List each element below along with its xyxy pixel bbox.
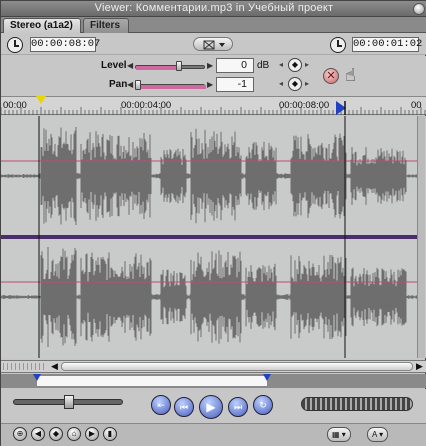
pan-value-field[interactable]: -1	[216, 77, 254, 92]
mark-out-button[interactable]: ▶	[85, 427, 99, 441]
waveform-graph	[1, 116, 419, 358]
zoom-popup-icon	[203, 40, 225, 50]
viewer-window: Viewer: Комментарии.mp3 in Учебный проек…	[0, 0, 426, 446]
level-increase-arrow[interactable]: ▶	[207, 61, 213, 70]
pan-slider[interactable]	[135, 80, 206, 90]
mini-timeline[interactable]	[1, 374, 426, 388]
pan-decrease-arrow[interactable]: ◀	[127, 80, 133, 89]
level-value-field[interactable]: 0	[216, 58, 254, 73]
recent-clips-popup[interactable]: A ▾	[367, 427, 389, 442]
tab-stereo[interactable]: Stereo (a1a2)	[3, 18, 81, 33]
scroll-left-arrow[interactable]: ◀	[51, 361, 58, 372]
window-zoom-button[interactable]	[413, 3, 425, 15]
channel-divider	[1, 235, 419, 239]
out-point-marker[interactable]	[263, 374, 271, 381]
play-button[interactable]: ▶	[199, 395, 223, 419]
reset-button[interactable]: ✕	[323, 68, 339, 84]
play-in-to-out-button[interactable]: ⇤	[151, 395, 171, 415]
mark-clip-button[interactable]: ⊕	[13, 427, 27, 441]
bottom-toolbar: ⊕ ◀ ◆ ⌂ ▶ ▮ ▦ ▾ A ▾	[1, 423, 426, 446]
next-keyframe-arrow[interactable]: ▸	[305, 79, 309, 88]
timecode-row: 00:00:08:07 00:00:01:02	[1, 33, 426, 55]
pan-label: Pan	[109, 79, 128, 90]
timeline-ruler[interactable]: 00:00 00:00:04:00 00:00:08:00 00	[0, 97, 426, 115]
match-frame-button[interactable]: ▮	[103, 427, 117, 441]
pan-slider-thumb[interactable]	[135, 80, 141, 90]
reset-x-icon: ✕	[326, 70, 336, 82]
in-out-range	[37, 376, 267, 386]
pan-increase-arrow[interactable]: ▶	[207, 80, 213, 89]
prev-keyframe-arrow[interactable]: ◂	[279, 79, 283, 88]
level-decrease-arrow[interactable]: ◀	[127, 61, 133, 70]
ruler-label: 00:00:08:00	[279, 100, 330, 111]
level-label: Level	[101, 60, 127, 71]
in-point-marker[interactable]	[33, 374, 41, 381]
tab-bar: Stereo (a1a2) Filters	[1, 17, 426, 33]
mark-in-button[interactable]: ◀	[31, 427, 45, 441]
scroll-thumb[interactable]	[61, 362, 413, 371]
duration-timecode[interactable]: 00:00:08:07	[30, 37, 100, 52]
jog-control[interactable]	[301, 397, 413, 411]
horizontal-scrollbar[interactable]: ◀ ▶	[1, 360, 426, 373]
zoom-slider[interactable]	[3, 363, 47, 370]
go-to-previous-edit-button[interactable]: ⏮	[174, 397, 194, 417]
prev-keyframe-arrow[interactable]: ◂	[279, 60, 283, 69]
pan-keyframe-button[interactable]: ◆	[288, 77, 302, 91]
add-marker-button[interactable]: ⌂	[67, 427, 81, 441]
level-slider[interactable]	[135, 61, 205, 71]
ruler-label: 00	[411, 100, 422, 111]
ruler-label: 00:00	[3, 100, 27, 111]
add-keyframe-button[interactable]: ◆	[49, 427, 63, 441]
waveform-display[interactable]	[1, 116, 426, 358]
level-slider-thumb[interactable]	[176, 61, 182, 71]
ruler-label: 00:00:04:00	[121, 100, 172, 111]
shuttle-slider[interactable]	[13, 395, 123, 409]
play-around-current-button[interactable]: ↻	[253, 395, 273, 415]
drag-hand-icon[interactable]: ☝	[345, 66, 356, 84]
ruler-ticks	[0, 107, 426, 115]
zoom-popup[interactable]	[193, 37, 233, 51]
clock-icon	[7, 37, 23, 53]
title-bar[interactable]: Viewer: Комментарии.mp3 in Учебный проек…	[1, 1, 426, 17]
next-keyframe-arrow[interactable]: ▸	[305, 60, 309, 69]
out-point-marker[interactable]	[336, 101, 346, 115]
playhead-marker[interactable]	[36, 96, 46, 104]
current-timecode[interactable]: 00:00:01:02	[352, 37, 422, 52]
overlay-popup[interactable]: ▦ ▾	[327, 427, 351, 442]
audio-controls: Level ◀ ▶ 0 dB ◂ ◆ ▸ Pan ◀ ▶ -1 ◂ ◆ ▸ ✕ …	[1, 56, 426, 97]
vertical-scrollbar[interactable]	[417, 116, 425, 358]
transport-controls: ⇤ ⏮ ▶ ⏭ ↻	[1, 389, 426, 423]
shuttle-thumb[interactable]	[64, 395, 74, 409]
level-keyframe-button[interactable]: ◆	[288, 58, 302, 72]
go-to-next-edit-button[interactable]: ⏭	[228, 397, 248, 417]
tab-filters[interactable]: Filters	[83, 18, 129, 33]
clock-icon	[330, 37, 346, 53]
scroll-right-arrow[interactable]: ▶	[416, 361, 423, 372]
window-title: Viewer: Комментарии.mp3 in Учебный проек…	[94, 2, 334, 14]
level-unit: dB	[257, 60, 270, 71]
